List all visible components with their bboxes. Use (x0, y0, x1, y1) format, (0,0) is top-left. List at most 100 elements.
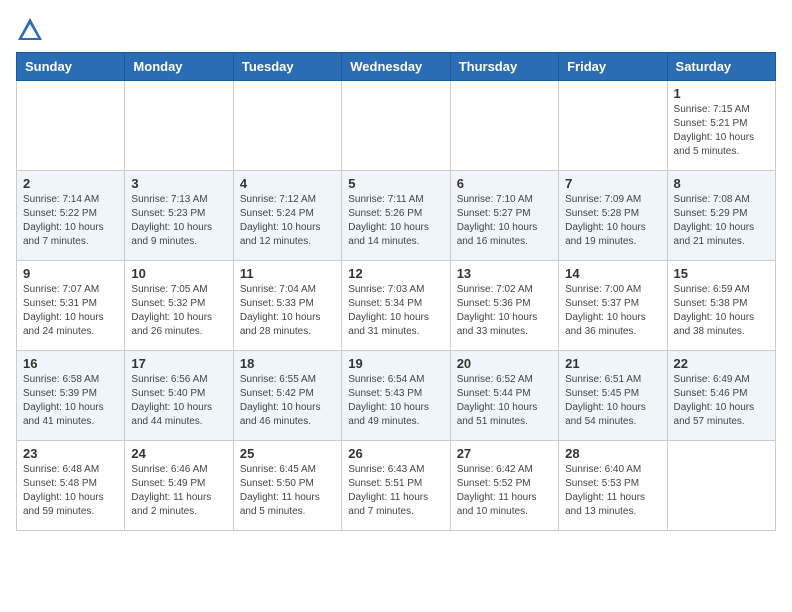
weekday-header-wednesday: Wednesday (342, 53, 450, 81)
day-number: 13 (457, 266, 552, 281)
day-detail: Sunrise: 6:51 AM Sunset: 5:45 PM Dayligh… (565, 373, 660, 429)
calendar-cell: 26Sunrise: 6:43 AM Sunset: 5:51 PM Dayli… (342, 441, 450, 531)
calendar-cell: 27 Sunrise: 6:42 AM Sunset: 5:52 PM Dayli… (450, 441, 558, 531)
day-number: 5 (348, 176, 443, 191)
calendar-week-4: 16 Sunrise: 6:58 AM Sunset: 5:39 PM Dayli… (17, 351, 776, 441)
day-number: 4 (240, 176, 335, 191)
calendar-cell: 9 Sunrise: 7:07 AM Sunset: 5:31 PM Daylig… (17, 261, 125, 351)
calendar-cell: 17 Sunrise: 6:56 AM Sunset: 5:40 PM Dayli… (125, 351, 233, 441)
calendar-week-1: 1Sunrise: 7:15 AM Sunset: 5:21 PM Daylig… (17, 81, 776, 171)
day-detail: Sunrise: 6:46 AM Sunset: 5:49 PM Dayligh… (131, 463, 226, 519)
day-number: 9 (23, 266, 118, 281)
day-detail: Sunrise: 7:08 AM Sunset: 5:29 PM Dayligh… (674, 193, 769, 249)
day-detail: Sunrise: 7:13 AM Sunset: 5:23 PM Dayligh… (131, 193, 226, 249)
calendar-cell: 22 Sunrise: 6:49 AM Sunset: 5:46 PM Dayli… (667, 351, 775, 441)
weekday-header-thursday: Thursday (450, 53, 558, 81)
day-detail: Sunrise: 6:45 AM Sunset: 5:50 PM Dayligh… (240, 463, 335, 519)
day-detail: Sunrise: 7:05 AM Sunset: 5:32 PM Dayligh… (131, 283, 226, 339)
calendar-cell: 1Sunrise: 7:15 AM Sunset: 5:21 PM Daylig… (667, 81, 775, 171)
day-number: 1 (674, 86, 769, 101)
day-number: 19 (348, 356, 443, 371)
day-number: 11 (240, 266, 335, 281)
day-number: 12 (348, 266, 443, 281)
calendar-cell: 7 Sunrise: 7:09 AM Sunset: 5:28 PM Daylig… (559, 171, 667, 261)
calendar-cell: 6 Sunrise: 7:10 AM Sunset: 5:27 PM Daylig… (450, 171, 558, 261)
day-number: 28 (565, 446, 660, 461)
calendar-cell: 19 Sunrise: 6:54 AM Sunset: 5:43 PM Dayli… (342, 351, 450, 441)
day-detail: Sunrise: 6:49 AM Sunset: 5:46 PM Dayligh… (674, 373, 769, 429)
day-number: 3 (131, 176, 226, 191)
day-number: 17 (131, 356, 226, 371)
calendar-cell: 3 Sunrise: 7:13 AM Sunset: 5:23 PM Daylig… (125, 171, 233, 261)
day-detail: Sunrise: 6:48 AM Sunset: 5:48 PM Dayligh… (23, 463, 118, 519)
calendar-cell (667, 441, 775, 531)
calendar-cell: 24 Sunrise: 6:46 AM Sunset: 5:49 PM Dayli… (125, 441, 233, 531)
calendar-cell: 16 Sunrise: 6:58 AM Sunset: 5:39 PM Dayli… (17, 351, 125, 441)
calendar-table: SundayMondayTuesdayWednesdayThursdayFrid… (16, 52, 776, 531)
day-detail: Sunrise: 7:12 AM Sunset: 5:24 PM Dayligh… (240, 193, 335, 249)
day-number: 16 (23, 356, 118, 371)
calendar-cell (233, 81, 341, 171)
day-detail: Sunrise: 7:02 AM Sunset: 5:36 PM Dayligh… (457, 283, 552, 339)
day-number: 27 (457, 446, 552, 461)
calendar-cell: 13 Sunrise: 7:02 AM Sunset: 5:36 PM Dayli… (450, 261, 558, 351)
weekday-header-row: SundayMondayTuesdayWednesdayThursdayFrid… (17, 53, 776, 81)
day-detail: Sunrise: 6:52 AM Sunset: 5:44 PM Dayligh… (457, 373, 552, 429)
day-detail: Sunrise: 6:58 AM Sunset: 5:39 PM Dayligh… (23, 373, 118, 429)
calendar-week-5: 23 Sunrise: 6:48 AM Sunset: 5:48 PM Dayli… (17, 441, 776, 531)
day-number: 23 (23, 446, 118, 461)
day-detail: Sunrise: 6:59 AM Sunset: 5:38 PM Dayligh… (674, 283, 769, 339)
weekday-header-tuesday: Tuesday (233, 53, 341, 81)
calendar-cell: 23 Sunrise: 6:48 AM Sunset: 5:48 PM Dayli… (17, 441, 125, 531)
day-detail: Sunrise: 7:07 AM Sunset: 5:31 PM Dayligh… (23, 283, 118, 339)
calendar-cell: 10 Sunrise: 7:05 AM Sunset: 5:32 PM Dayli… (125, 261, 233, 351)
day-detail: Sunrise: 6:43 AM Sunset: 5:51 PM Dayligh… (348, 463, 443, 519)
day-number: 15 (674, 266, 769, 281)
day-number: 20 (457, 356, 552, 371)
day-number: 7 (565, 176, 660, 191)
calendar-cell (125, 81, 233, 171)
day-detail: Sunrise: 7:09 AM Sunset: 5:28 PM Dayligh… (565, 193, 660, 249)
weekday-header-saturday: Saturday (667, 53, 775, 81)
calendar-cell: 2 Sunrise: 7:14 AM Sunset: 5:22 PM Daylig… (17, 171, 125, 261)
calendar-cell (17, 81, 125, 171)
day-number: 24 (131, 446, 226, 461)
calendar-week-2: 2 Sunrise: 7:14 AM Sunset: 5:22 PM Daylig… (17, 171, 776, 261)
calendar-cell: 11 Sunrise: 7:04 AM Sunset: 5:33 PM Dayli… (233, 261, 341, 351)
calendar-cell: 20 Sunrise: 6:52 AM Sunset: 5:44 PM Dayli… (450, 351, 558, 441)
day-number: 21 (565, 356, 660, 371)
day-detail: Sunrise: 7:03 AM Sunset: 5:34 PM Dayligh… (348, 283, 443, 339)
calendar-cell: 15 Sunrise: 6:59 AM Sunset: 5:38 PM Dayli… (667, 261, 775, 351)
day-detail: Sunrise: 6:54 AM Sunset: 5:43 PM Dayligh… (348, 373, 443, 429)
day-number: 6 (457, 176, 552, 191)
calendar-cell (342, 81, 450, 171)
day-detail: Sunrise: 6:55 AM Sunset: 5:42 PM Dayligh… (240, 373, 335, 429)
calendar-cell: 18 Sunrise: 6:55 AM Sunset: 5:42 PM Dayli… (233, 351, 341, 441)
calendar-cell: 8 Sunrise: 7:08 AM Sunset: 5:29 PM Daylig… (667, 171, 775, 261)
calendar-cell (559, 81, 667, 171)
logo (16, 16, 48, 44)
day-detail: Sunrise: 6:42 AM Sunset: 5:52 PM Dayligh… (457, 463, 552, 519)
weekday-header-friday: Friday (559, 53, 667, 81)
day-number: 18 (240, 356, 335, 371)
calendar-cell: 4 Sunrise: 7:12 AM Sunset: 5:24 PM Daylig… (233, 171, 341, 261)
calendar-cell: 12 Sunrise: 7:03 AM Sunset: 5:34 PM Dayli… (342, 261, 450, 351)
day-detail: Sunrise: 6:40 AM Sunset: 5:53 PM Dayligh… (565, 463, 660, 519)
day-number: 10 (131, 266, 226, 281)
day-number: 14 (565, 266, 660, 281)
header (16, 16, 776, 44)
calendar-cell: 14 Sunrise: 7:00 AM Sunset: 5:37 PM Dayli… (559, 261, 667, 351)
calendar-cell: 5 Sunrise: 7:11 AM Sunset: 5:26 PM Daylig… (342, 171, 450, 261)
calendar-cell (450, 81, 558, 171)
day-detail: Sunrise: 7:10 AM Sunset: 5:27 PM Dayligh… (457, 193, 552, 249)
day-detail: Sunrise: 6:56 AM Sunset: 5:40 PM Dayligh… (131, 373, 226, 429)
day-detail: Sunrise: 7:11 AM Sunset: 5:26 PM Dayligh… (348, 193, 443, 249)
day-number: 22 (674, 356, 769, 371)
day-number: 8 (674, 176, 769, 191)
day-number: 2 (23, 176, 118, 191)
calendar-cell: 21 Sunrise: 6:51 AM Sunset: 5:45 PM Dayli… (559, 351, 667, 441)
day-detail: Sunrise: 7:04 AM Sunset: 5:33 PM Dayligh… (240, 283, 335, 339)
weekday-header-monday: Monday (125, 53, 233, 81)
day-detail: Sunrise: 7:00 AM Sunset: 5:37 PM Dayligh… (565, 283, 660, 339)
day-detail: Sunrise: 7:14 AM Sunset: 5:22 PM Dayligh… (23, 193, 118, 249)
